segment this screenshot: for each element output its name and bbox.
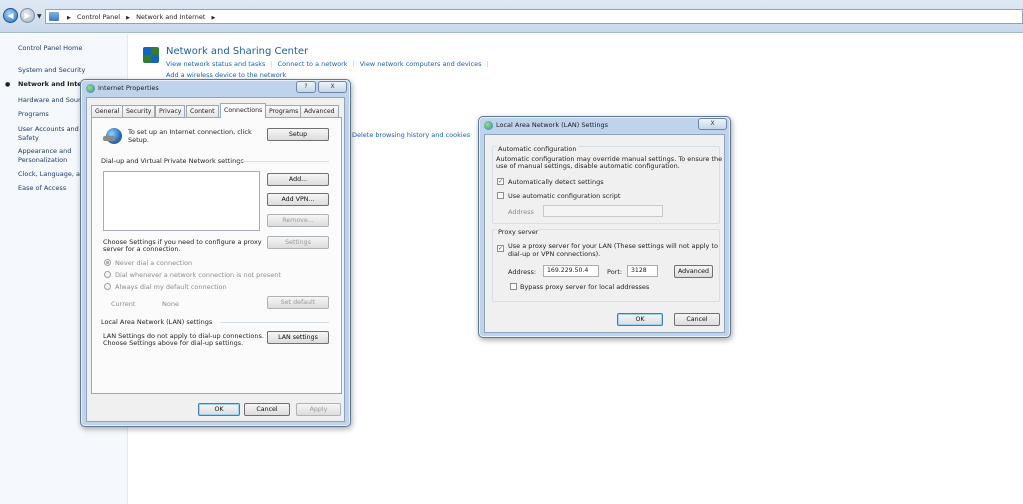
tab-content[interactable]: Content <box>186 105 219 117</box>
sidebar-item-personalization[interactable]: Personalization <box>18 156 67 164</box>
auto-detect-checkbox[interactable]: ✓ <box>497 178 504 185</box>
choose-settings-text-2: server for a connection. <box>103 245 181 253</box>
never-dial-radio[interactable] <box>104 259 111 266</box>
nsc-links: View network status and tasks | Connect to… <box>166 60 489 68</box>
connection-globe-icon <box>103 128 122 144</box>
breadcrumb-network-and-internet[interactable]: Network and Internet <box>136 13 205 21</box>
use-proxy-label-1: Use a proxy server for your LAN (These s… <box>508 242 718 250</box>
internet-properties-dialog: Internet Properties ? X General Security… <box>80 79 351 427</box>
dialup-group-label: Dial-up and Virtual Private Network sett… <box>101 157 244 165</box>
bypass-local-checkbox[interactable] <box>510 283 517 290</box>
proxy-address-label: Address: <box>508 268 537 276</box>
add-wireless-device-link[interactable]: Add a wireless device to the network <box>166 71 286 79</box>
auto-config-text-2: use of manual settings, disable automati… <box>496 162 680 170</box>
sidebar-item-hardware-and-sound[interactable]: Hardware and Sound <box>18 96 86 104</box>
sidebar-item-appearance[interactable]: Appearance and <box>18 147 71 155</box>
breadcrumb[interactable]: ▶ Control Panel ▶ Network and Internet ▶ <box>45 9 1023 24</box>
setup-button[interactable]: Setup <box>267 128 329 141</box>
close-button[interactable]: X <box>318 81 347 93</box>
sidebar-item-control-panel-home[interactable]: Control Panel Home <box>18 44 82 52</box>
tab-advanced[interactable]: Advanced <box>300 105 339 117</box>
current-value: None <box>162 300 179 308</box>
group-divider <box>239 161 329 162</box>
chevron-right-icon[interactable]: ▶ <box>211 15 215 21</box>
lan-dialog-title: Local Area Network (LAN) Settings <box>496 121 609 129</box>
lan-dialog-client-area: Automatic configuration Automatic config… <box>484 134 725 333</box>
always-dial-label: Always dial my default connection <box>115 283 227 291</box>
lan-settings-icon <box>484 121 493 130</box>
address-bar: ◀ ▶ ▼ ▶ Control Panel ▶ Network and Inte… <box>0 0 1023 33</box>
dial-whenever-radio[interactable] <box>104 271 111 278</box>
tab-privacy[interactable]: Privacy <box>155 105 186 117</box>
proxy-address-input[interactable]: 169.229.50.4 <box>543 265 599 277</box>
connections-list[interactable] <box>103 171 260 231</box>
set-default-button[interactable]: Set default <box>267 296 329 309</box>
forward-icon[interactable]: ▶ <box>20 8 35 23</box>
connect-to-network-link[interactable]: Connect to a network <box>278 60 348 68</box>
script-address-input[interactable] <box>543 205 663 217</box>
port-label: Port: <box>607 268 623 276</box>
chevron-right-icon[interactable]: ▶ <box>126 15 130 21</box>
auto-config-group-label: Automatic configuration <box>497 145 578 153</box>
back-icon[interactable]: ◀ <box>3 8 18 23</box>
use-script-label: Use automatic configuration script <box>508 192 621 200</box>
lan-group-label: Local Area Network (LAN) settings <box>101 318 213 326</box>
dial-whenever-label: Dial whenever a network connection is no… <box>115 271 281 279</box>
never-dial-label: Never dial a connection <box>115 259 193 267</box>
setup-text-line-1: To set up an Internet connection, click … <box>128 128 253 144</box>
apply-button[interactable]: Apply <box>296 403 341 416</box>
sidebar-item-system-and-security[interactable]: System and Security <box>18 66 85 74</box>
current-label: Current <box>111 300 136 308</box>
tab-general[interactable]: General <box>91 105 124 117</box>
use-proxy-label-2: dial-up or VPN connections). <box>508 250 601 258</box>
bypass-local-label: Bypass proxy server for local addresses <box>520 283 650 291</box>
add-button[interactable]: Add... <box>267 173 329 186</box>
close-button[interactable]: X <box>698 118 727 130</box>
script-address-label: Address <box>508 208 534 216</box>
auto-detect-label: Automatically detect settings <box>508 178 604 186</box>
connections-tab-panel: To set up an Internet connection, click … <box>91 117 342 394</box>
tab-programs[interactable]: Programs <box>265 105 303 117</box>
group-divider <box>220 322 329 323</box>
chevron-right-icon[interactable]: ▶ <box>67 15 71 21</box>
sidebar-item-ease-of-access[interactable]: Ease of Access <box>18 184 66 192</box>
use-script-checkbox[interactable] <box>497 192 504 199</box>
port-input[interactable]: 3128 <box>627 265 658 277</box>
lan-text-2: Choose Settings above for dial-up settin… <box>103 339 244 347</box>
sidebar-item-programs[interactable]: Programs <box>18 110 49 118</box>
always-dial-radio[interactable] <box>104 283 111 290</box>
lan-settings-button[interactable]: LAN settings <box>267 331 329 344</box>
breadcrumb-control-panel[interactable]: Control Panel <box>77 13 120 21</box>
sidebar-item-safety[interactable]: Safety <box>18 134 39 142</box>
tab-security[interactable]: Security <box>122 105 156 117</box>
network-sharing-center-icon <box>143 47 159 63</box>
network-sharing-center-title[interactable]: Network and Sharing Center <box>166 46 308 57</box>
dialog-title: Internet Properties <box>98 84 159 92</box>
ok-button[interactable]: OK <box>617 313 663 326</box>
remove-button[interactable]: Remove... <box>267 214 329 227</box>
view-network-computers-link[interactable]: View network computers and devices <box>360 60 482 68</box>
use-proxy-checkbox[interactable]: ✓ <box>497 245 504 252</box>
proxy-group-label: Proxy server <box>497 228 540 236</box>
ok-button[interactable]: OK <box>198 403 240 416</box>
add-vpn-button[interactable]: Add VPN... <box>267 193 329 206</box>
lan-dialog-titlebar[interactable]: Local Area Network (LAN) Settings X <box>479 117 730 134</box>
cancel-button[interactable]: Cancel <box>674 313 720 326</box>
recent-pages-chevron-icon[interactable]: ▼ <box>37 13 42 20</box>
control-panel-icon <box>49 12 59 21</box>
cancel-button[interactable]: Cancel <box>244 403 290 416</box>
dialog-titlebar[interactable]: Internet Properties ? X <box>81 80 350 97</box>
setup-text: To set up an Internet connection, click … <box>128 128 252 144</box>
dialog-client-area: General Security Privacy Content Connect… <box>86 97 345 422</box>
current-item-bullet-icon: ● <box>5 81 11 88</box>
advanced-button[interactable]: Advanced <box>674 265 713 278</box>
help-button[interactable]: ? <box>296 81 316 93</box>
delete-browsing-history-link[interactable]: Delete browsing history and cookies <box>352 131 470 139</box>
settings-button[interactable]: Settings <box>267 236 329 249</box>
internet-options-icon <box>86 84 95 93</box>
lan-settings-dialog: Local Area Network (LAN) Settings X Auto… <box>478 116 731 338</box>
tab-connections[interactable]: Connections <box>220 103 267 118</box>
view-network-status-link[interactable]: View network status and tasks <box>166 60 265 68</box>
